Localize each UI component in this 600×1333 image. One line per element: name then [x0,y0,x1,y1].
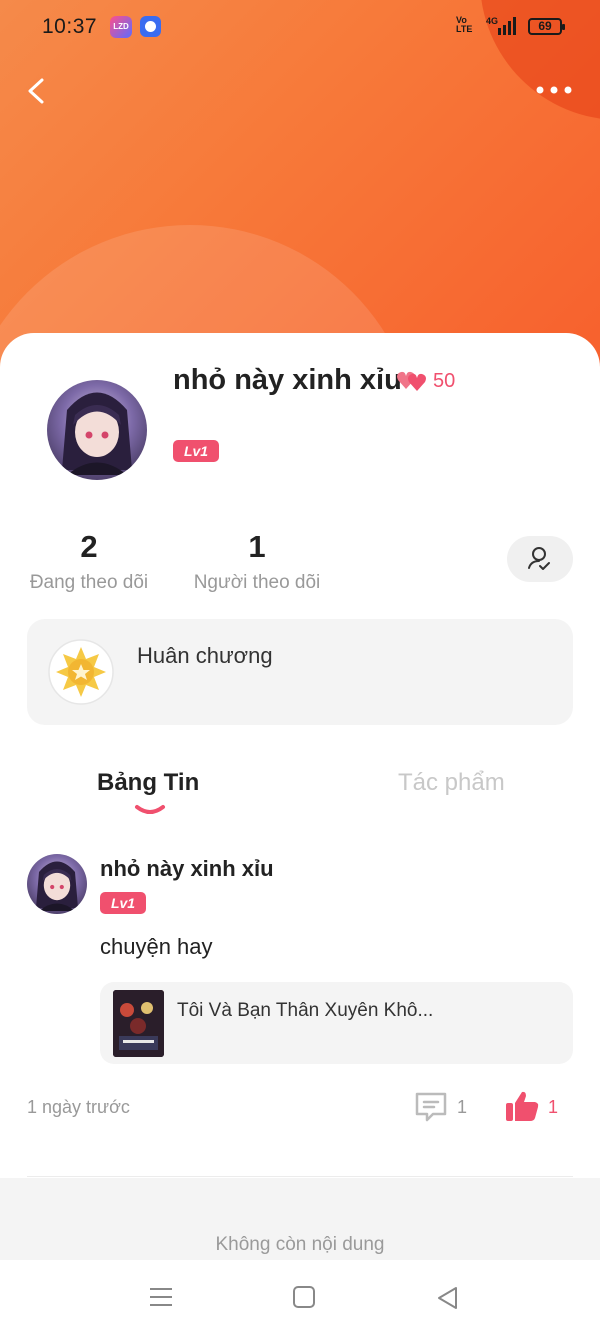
browser-app-icon [140,16,161,37]
profile-name: nhỏ này xinh xỉu [173,364,402,396]
back-triangle-icon[interactable] [432,1283,462,1313]
lazada-app-icon: LZD [110,16,132,38]
divider [27,1176,573,1177]
home-icon[interactable] [289,1283,319,1313]
level-badge: Lv1 [173,440,219,462]
user-check-icon [528,547,550,570]
active-tab-indicator [135,805,165,814]
book-cover-image [113,990,164,1057]
status-time: 10:37 [42,15,98,38]
tab-news-feed[interactable]: Bảng Tin [97,769,199,797]
hearts-icon [397,371,426,391]
thumbs-up-icon[interactable] [504,1089,540,1123]
followers-label[interactable]: Người theo dõi [186,572,328,594]
hearts-count: 50 [433,370,456,392]
back-arrow-icon[interactable] [22,75,54,107]
book-title: Tôi Và Bạn Thân Xuyên Khô... [177,1000,434,1021]
more-options-icon[interactable] [534,80,574,100]
following-status-button[interactable] [507,536,573,582]
signal-icon: 4G [486,16,516,35]
comment-count: 1 [457,1097,468,1117]
tab-works[interactable]: Tác phẩm [398,769,505,797]
recent-apps-icon[interactable] [146,1283,176,1313]
following-count[interactable]: 2 [28,529,150,565]
medal-icon [48,639,114,705]
volte-icon: Vo LTE [456,15,473,34]
profile-header-background [0,0,600,380]
post-author-avatar[interactable] [27,854,87,914]
medal-label: Huân chương [137,643,273,668]
status-bar: 10:37 LZD Vo LTE 4G 69 [0,0,600,54]
avatar[interactable] [47,380,147,480]
comment-icon[interactable] [414,1091,448,1123]
anime-girl-avatar-image [36,861,78,911]
following-label[interactable]: Đang theo dõi [18,572,160,594]
like-count: 1 [548,1097,559,1117]
post-timestamp: 1 ngày trước [27,1097,130,1117]
post-author-name[interactable]: nhỏ này xinh xỉu [100,856,274,882]
battery-icon: 69 [528,18,565,35]
anime-girl-avatar-image [62,392,132,475]
followers-count[interactable]: 1 [196,529,318,565]
post-text: chuyện hay [100,934,213,959]
linked-book-card[interactable] [100,982,573,1064]
svg-text:4G: 4G [486,16,498,26]
end-of-content-text: Không còn nội dung [215,1234,385,1255]
post-author-level-badge: Lv1 [100,892,146,914]
